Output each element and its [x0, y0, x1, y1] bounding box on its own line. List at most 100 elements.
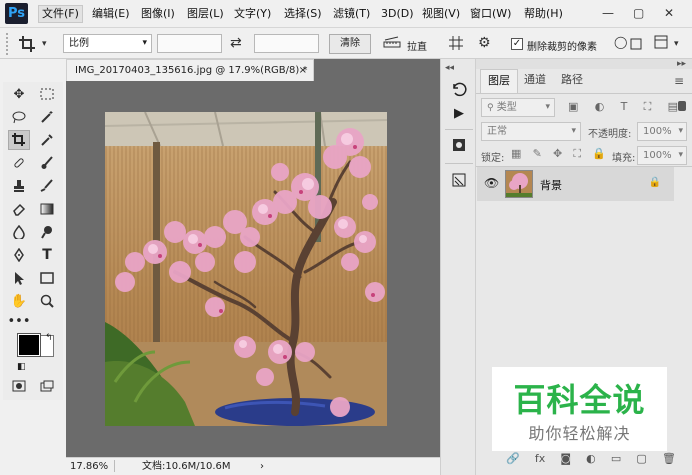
magic-wand-tool-icon[interactable] — [36, 107, 58, 127]
new-group-icon[interactable]: ▭ — [611, 452, 621, 468]
lock-pixels-icon[interactable]: ✎ — [533, 147, 542, 161]
lock-label: 锁定: — [481, 153, 505, 164]
document-tab-title: IMG_20170403_135616.jpg @ 17.9%(RGB/8) * — [75, 65, 308, 76]
menu-layer[interactable]: 图层(L) — [184, 5, 227, 23]
filter-kind-select[interactable]: ⚲ 类型 ▾ — [481, 98, 555, 117]
actions-panel-icon[interactable]: ▶ — [449, 103, 469, 123]
height-input[interactable] — [254, 34, 319, 53]
straighten-icon[interactable] — [383, 35, 401, 55]
link-layers-icon[interactable]: 🔗 — [506, 452, 520, 468]
width-input[interactable] — [157, 34, 222, 53]
smart-object-filter-icon[interactable]: ▤ — [668, 100, 678, 114]
menu-view[interactable]: 视图(V) — [419, 5, 463, 23]
shape-filter-icon[interactable]: ⛶ — [644, 100, 652, 114]
photoshop-logo: Ps — [5, 3, 28, 24]
more-tools-icon[interactable]: ••• — [8, 311, 31, 331]
clear-button[interactable]: 清除 — [329, 34, 371, 54]
zoom-tool-icon[interactable] — [36, 291, 58, 311]
delete-cropped-checkbox[interactable]: ✓ — [511, 38, 523, 50]
visibility-eye-icon[interactable]: 👁 — [484, 176, 499, 190]
search-icon: ⚲ — [487, 103, 494, 113]
grip-handle[interactable] — [6, 33, 8, 55]
document-tab[interactable]: IMG_20170403_135616.jpg @ 17.9%(RGB/8) *… — [66, 59, 314, 81]
rectangle-tool-icon[interactable] — [36, 268, 58, 288]
chevron-down-icon[interactable]: ▾ — [42, 39, 47, 49]
menu-filter[interactable]: 滤镜(T) — [330, 5, 373, 23]
close-icon[interactable]: ✕ — [664, 6, 674, 20]
menu-select[interactable]: 选择(S) — [281, 5, 325, 23]
layer-style-icon[interactable]: fx — [535, 452, 545, 468]
blur-tool-icon[interactable] — [8, 222, 30, 242]
lasso-tool-icon[interactable] — [8, 107, 30, 127]
brush-tool-icon[interactable] — [36, 153, 58, 173]
history-brush-tool-icon[interactable] — [36, 176, 58, 196]
clone-stamp-tool-icon[interactable] — [8, 176, 30, 196]
chevron-down-icon[interactable]: ▾ — [674, 39, 679, 49]
dodge-tool-icon[interactable] — [36, 222, 58, 242]
opacity-input[interactable]: 100% ▾ — [637, 122, 687, 141]
pen-tool-icon[interactable] — [8, 245, 30, 265]
swap-icon[interactable]: ⇄ — [230, 35, 242, 51]
tab-channels[interactable]: 通道 — [517, 69, 553, 93]
foreground-color-swatch[interactable] — [17, 333, 41, 357]
watermark-badge: 百科全说 助你轻松解决 — [492, 367, 667, 451]
grid-overlay-icon[interactable] — [448, 35, 464, 55]
pixel-filter-icon[interactable]: ▣ — [568, 100, 578, 114]
menu-image[interactable]: 图像(I) — [138, 5, 178, 23]
workspace-icon[interactable] — [654, 35, 668, 53]
gradient-tool-icon[interactable] — [36, 199, 58, 219]
healing-brush-tool-icon[interactable] — [8, 153, 30, 173]
new-layer-icon[interactable]: ▢ — [636, 452, 646, 468]
menu-help[interactable]: 帮助(H) — [521, 5, 566, 23]
document-canvas[interactable] — [105, 112, 387, 426]
default-colors-icon[interactable]: ◧ — [17, 362, 26, 372]
adjustment-layer-icon[interactable]: ◐ — [586, 452, 596, 468]
quick-mask-icon[interactable] — [8, 376, 30, 396]
libraries-panel-icon[interactable] — [449, 135, 469, 155]
menu-3d[interactable]: 3D(D) — [378, 5, 417, 23]
type-filter-icon[interactable]: T — [621, 100, 628, 114]
filter-toggle-icon[interactable] — [678, 101, 686, 111]
panel-menu-icon[interactable]: ≡ — [674, 74, 684, 88]
fill-input[interactable]: 100% ▾ — [637, 146, 687, 165]
eraser-tool-icon[interactable] — [8, 199, 30, 219]
trash-icon[interactable]: 🗑 — [662, 452, 676, 468]
move-tool-icon[interactable]: ✥ — [8, 84, 30, 104]
menu-window[interactable]: 窗口(W) — [467, 5, 514, 23]
menu-file[interactable]: 文件(F) — [38, 5, 83, 23]
collapse-arrows-icon[interactable]: ▸▸ — [677, 59, 686, 69]
lock-position-icon[interactable]: ✥ — [553, 147, 562, 161]
add-mask-icon[interactable]: ◙ — [560, 452, 571, 468]
lock-all-icon[interactable]: 🔒 — [592, 147, 606, 161]
hand-tool-icon[interactable]: ✋ — [8, 291, 30, 311]
type-tool-icon[interactable]: T — [36, 245, 58, 265]
adjustment-filter-icon[interactable]: ◐ — [595, 100, 605, 114]
history-panel-icon[interactable] — [449, 79, 469, 99]
collapse-arrows-icon[interactable]: ◂◂ — [445, 63, 454, 73]
gear-icon[interactable]: ⚙ — [478, 35, 491, 51]
marquee-tool-icon[interactable] — [36, 84, 58, 104]
menu-edit[interactable]: 编辑(E) — [89, 5, 133, 23]
path-selection-tool-icon[interactable] — [8, 268, 30, 288]
lock-transparency-icon[interactable]: ▦ — [511, 147, 521, 161]
menu-type[interactable]: 文字(Y) — [231, 5, 274, 23]
crop-tool-icon[interactable] — [8, 130, 30, 150]
blend-mode-select[interactable]: 正常 ▾ — [481, 122, 581, 141]
screen-mode-icon[interactable] — [36, 376, 58, 396]
swap-colors-icon[interactable]: ↰ — [45, 333, 53, 343]
fill-label: 填充: — [612, 153, 636, 164]
layer-row-background[interactable]: 👁 背景 🔒 — [477, 167, 674, 201]
properties-panel-icon[interactable] — [449, 170, 469, 190]
status-menu-arrow[interactable]: › — [260, 458, 264, 475]
tab-layers[interactable]: 图层 — [480, 69, 518, 93]
tab-paths[interactable]: 路径 — [554, 69, 590, 93]
restore-icon[interactable]: ▢ — [633, 6, 644, 20]
crop-tool-icon[interactable] — [18, 35, 38, 57]
content-aware-icon[interactable]: ◯ — [614, 35, 627, 49]
zoom-level[interactable]: 17.86% — [70, 458, 108, 475]
close-tab-icon[interactable]: × — [299, 60, 307, 81]
ratio-select[interactable]: 比例 ▾ — [63, 34, 152, 53]
lock-artboard-icon[interactable]: ⛶ — [573, 147, 581, 161]
eyedropper-tool-icon[interactable] — [36, 130, 58, 150]
minimize-icon[interactable]: — — [602, 6, 614, 20]
